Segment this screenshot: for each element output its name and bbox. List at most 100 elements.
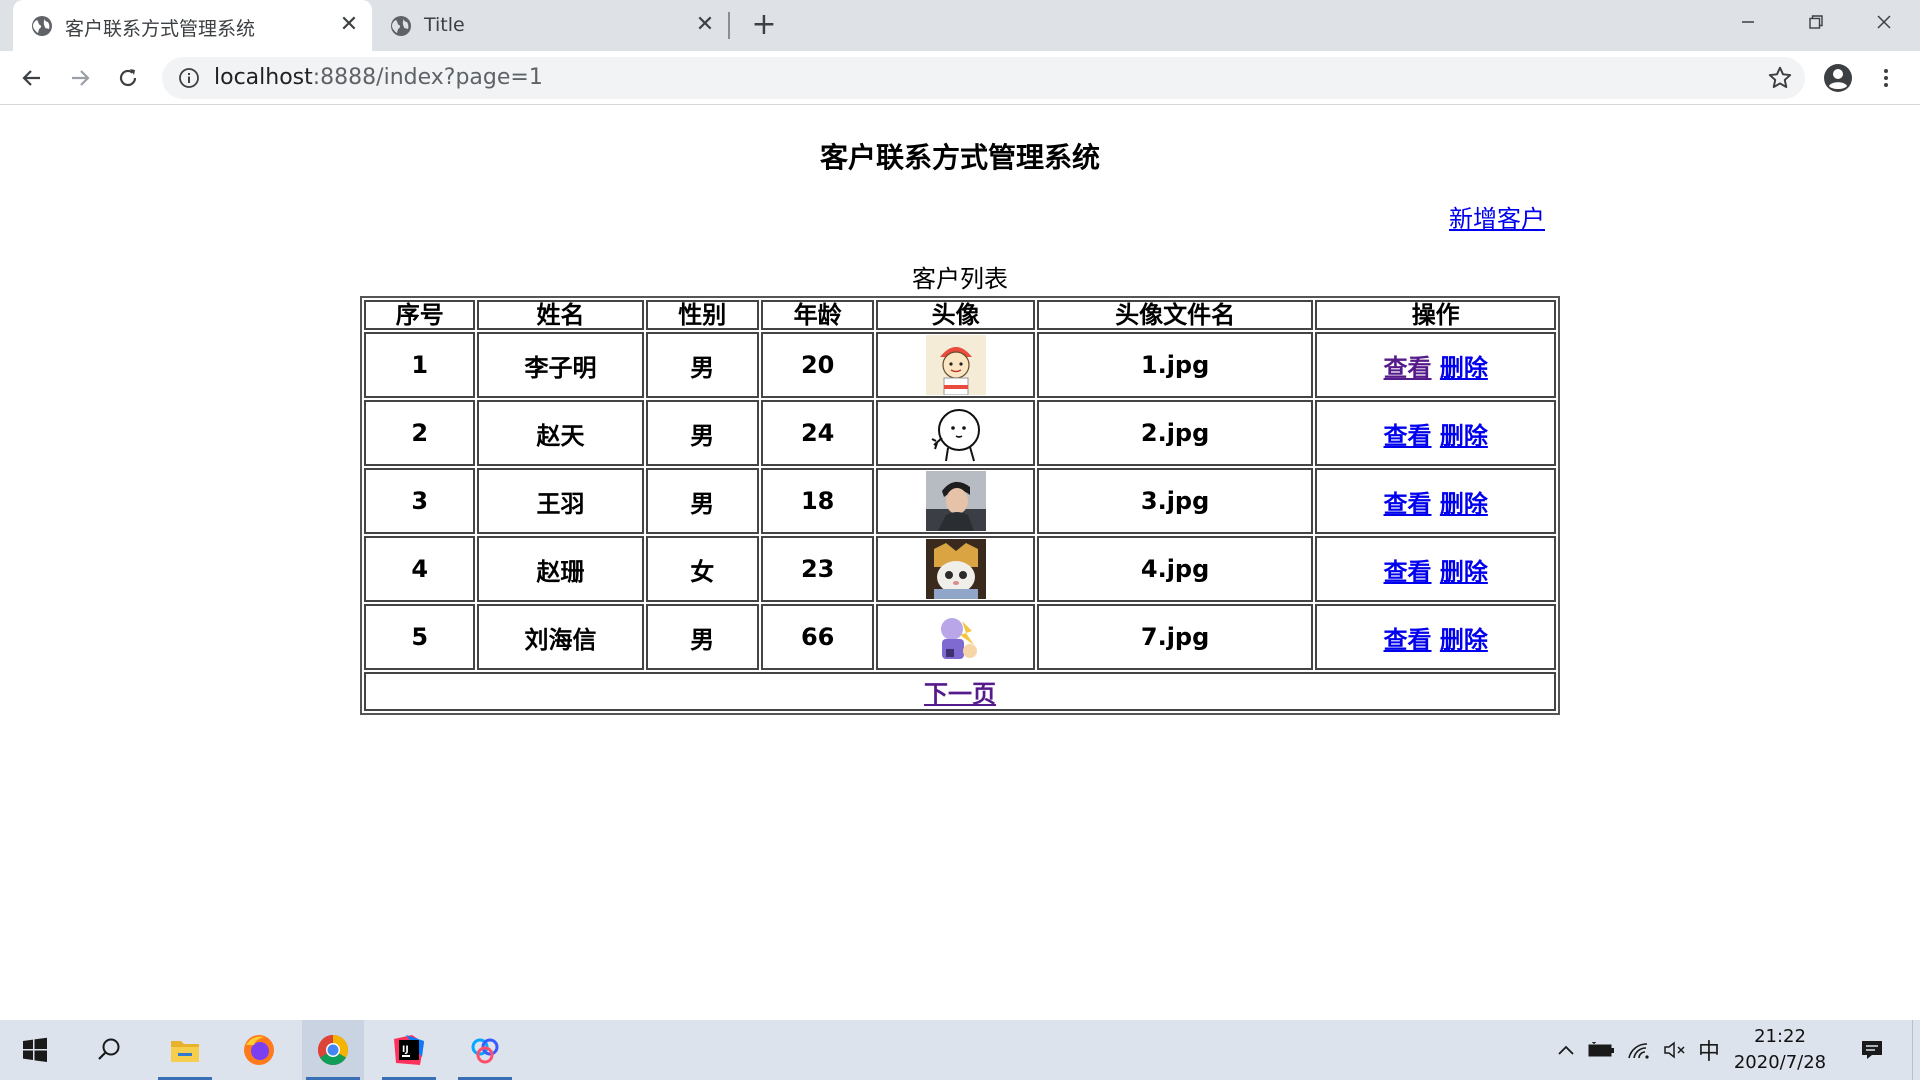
intellij-icon: IJ [394,1035,424,1065]
cell-age: 20 [760,332,875,398]
cell-gender: 男 [645,332,759,398]
baidu-netdisk-icon [471,1038,499,1064]
cell-gender: 男 [645,400,759,466]
minimize-icon [1742,21,1754,23]
profile-button[interactable] [1821,61,1855,95]
taskbar-chrome[interactable] [302,1020,364,1080]
windows-start-icon [23,1037,47,1062]
taskbar-firefox[interactable] [228,1020,290,1080]
avatar-image [925,607,986,667]
minimize-button[interactable] [1714,0,1782,44]
avatar-image [925,335,986,395]
view-link[interactable]: 查看 [1384,422,1432,450]
cell-name: 刘海信 [477,604,644,670]
cell-actions: 查看 删除 [1315,400,1556,466]
network-indicator[interactable] [1623,1020,1655,1080]
add-customer-link[interactable]: 新增客户 [1449,199,1545,234]
url-host: localhost [214,65,313,90]
battery-indicator[interactable] [1585,1020,1619,1080]
cell-avatar-file: 1.jpg [1036,332,1314,398]
clock-date: 2020/7/28 [1733,1052,1827,1073]
start-button[interactable] [4,1020,66,1080]
profile-icon [1824,64,1852,92]
close-icon [1877,15,1891,29]
view-link[interactable]: 查看 [1384,558,1432,586]
next-page-link[interactable]: 下一页 [924,680,996,708]
cell-no: 3 [364,468,476,534]
cell-actions: 查看 删除 [1315,332,1556,398]
system-clock[interactable]: 21:22 2020/7/28 [1730,1024,1830,1076]
view-link[interactable]: 查看 [1384,626,1432,654]
clock-time: 21:22 [1754,1026,1806,1047]
column-header: 头像文件名 [1036,300,1314,330]
browser-toolbar: localhost:8888/index?page=1 [0,51,1920,105]
restore-button[interactable] [1782,0,1850,44]
info-icon[interactable] [178,67,200,89]
cell-avatar-file: 4.jpg [1036,536,1314,602]
chevron-up-icon [1558,1045,1574,1055]
delete-link[interactable]: 删除 [1440,422,1488,450]
cell-age: 23 [760,536,875,602]
window-close-button[interactable] [1850,0,1918,44]
view-link[interactable]: 查看 [1384,490,1432,518]
cell-no: 2 [364,400,476,466]
volume-indicator[interactable] [1659,1020,1691,1080]
action-center-button[interactable] [1852,1020,1892,1080]
ime-indicator[interactable]: 中 [1694,1020,1724,1080]
cell-avatar [876,400,1035,466]
reload-button[interactable] [111,61,145,95]
show-desktop-button[interactable] [1912,1020,1920,1080]
delete-link[interactable]: 删除 [1440,626,1488,654]
pagination-row: 下一页 [364,672,1556,711]
close-icon[interactable]: ✕ [692,12,718,38]
chrome-icon [317,1035,349,1066]
globe-icon [32,16,52,36]
view-link[interactable]: 查看 [1384,354,1432,382]
cell-avatar [876,536,1035,602]
url-path: :8888/index?page=1 [312,65,543,90]
cell-no: 1 [364,332,476,398]
delete-link[interactable]: 删除 [1440,354,1488,382]
column-header: 性别 [645,300,759,330]
new-tab-button[interactable]: + [748,9,780,41]
page-title: 客户联系方式管理系统 [819,141,1100,174]
cell-avatar [876,332,1035,398]
url-text[interactable]: localhost:8888/index?page=1 [214,65,543,90]
cell-actions: 查看 删除 [1315,468,1556,534]
show-hidden-icons[interactable] [1551,1020,1581,1080]
cell-no: 4 [364,536,476,602]
customer-table: 客户列表 序号 姓名 性别 年龄 头像 头像文件名 操作 1 李子明 男 20 [360,262,1560,715]
column-header: 操作 [1315,300,1556,330]
forward-button[interactable] [63,61,97,95]
forward-icon [72,70,90,86]
table-row: 4 赵珊 女 23 4.jpg 查看 删除 [364,536,1556,602]
avatar-image [925,539,986,599]
address-bar[interactable]: localhost:8888/index?page=1 [162,57,1805,99]
tab-inactive[interactable]: Title ✕ [372,0,728,51]
cell-no: 5 [364,604,476,670]
menu-button[interactable] [1869,61,1903,95]
cell-gender: 男 [645,604,759,670]
globe-icon [391,16,411,36]
delete-link[interactable]: 删除 [1440,490,1488,518]
star-icon[interactable] [1767,65,1793,91]
tab-strip: 客户联系方式管理系统 ✕ Title ✕ + [0,0,1920,51]
svg-text:IJ: IJ [402,1045,409,1055]
column-header: 序号 [364,300,476,330]
search-button[interactable] [78,1020,140,1080]
cell-actions: 查看 删除 [1315,604,1556,670]
page-content: 客户联系方式管理系统 新增客户 客户列表 序号 姓名 性别 年龄 头像 头像文件… [0,106,1920,1020]
taskbar-file-explorer[interactable] [154,1020,216,1080]
back-button[interactable] [15,61,49,95]
firefox-icon [244,1035,274,1065]
cell-name: 赵天 [477,400,644,466]
tab-active[interactable]: 客户联系方式管理系统 ✕ [13,0,372,51]
taskbar-baidu-netdisk[interactable] [454,1020,516,1080]
table-row: 5 刘海信 男 66 7.jpg 查看 删除 [364,604,1556,670]
cell-age: 18 [760,468,875,534]
notification-icon [1862,1041,1882,1059]
close-icon[interactable]: ✕ [336,12,362,38]
delete-link[interactable]: 删除 [1440,558,1488,586]
taskbar-intellij[interactable]: IJ [378,1020,440,1080]
table-row: 1 李子明 男 20 1.jpg 查看 删除 [364,332,1556,398]
